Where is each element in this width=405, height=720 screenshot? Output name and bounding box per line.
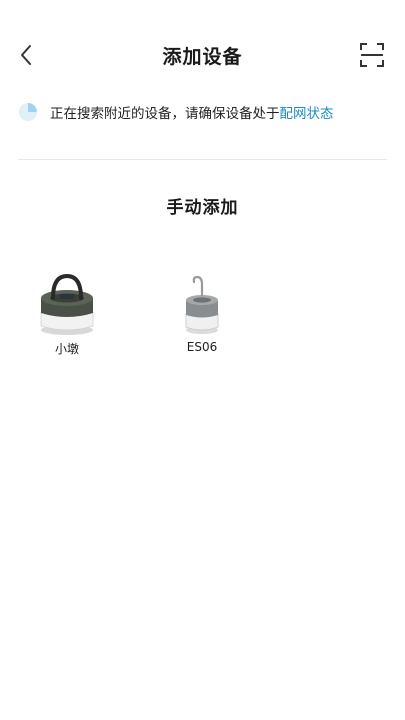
header-bar: 添加设备 bbox=[0, 0, 405, 110]
scan-button[interactable] bbox=[359, 42, 385, 68]
manual-add-title: 手动添加 bbox=[166, 198, 239, 218]
device-label: 小墩 bbox=[54, 342, 79, 356]
search-status-text: 正在搜索附近的设备，请确保设备处于 bbox=[50, 106, 280, 122]
lantern-hook-icon bbox=[185, 275, 219, 334]
device-item-xiaodun[interactable]: 小墩 bbox=[32, 272, 102, 357]
loading-spinner-icon bbox=[19, 103, 37, 121]
scan-frame-icon bbox=[360, 43, 384, 67]
page-title: 添加设备 bbox=[162, 46, 243, 68]
lantern-dark-icon bbox=[40, 273, 94, 335]
network-mode-link[interactable]: 配网状态 bbox=[280, 102, 334, 122]
device-label: ES06 bbox=[186, 340, 218, 354]
search-status: 正在搜索附近的设备，请确保设备处于 配网状态 bbox=[18, 100, 334, 124]
divider bbox=[18, 159, 387, 160]
device-item-es06[interactable]: ES06 bbox=[167, 272, 237, 354]
